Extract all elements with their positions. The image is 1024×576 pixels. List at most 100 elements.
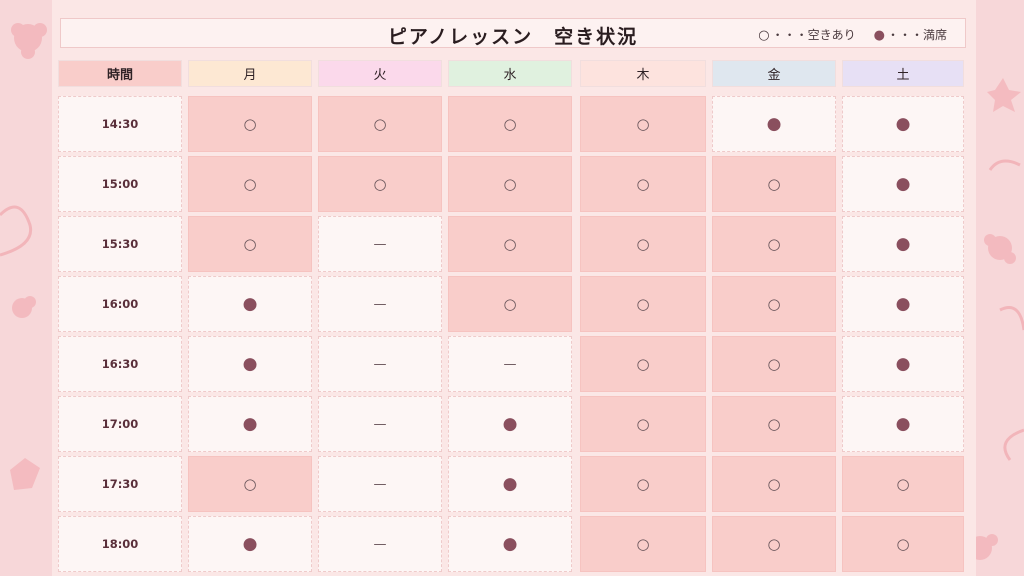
slot-cell: ● [842, 216, 964, 272]
slot-cell: ○ [842, 516, 964, 572]
available-circle-icon: ○ [896, 475, 910, 493]
time-cell: 17:30 [58, 456, 182, 512]
full-dot-icon: ● [895, 414, 911, 434]
available-circle-icon: ○ [503, 115, 517, 133]
title-bar: ピアノレッスン 空き状況 ○ ・・・空きあり ● ・・・満席 [60, 18, 966, 48]
slot-cell: — [318, 276, 442, 332]
available-circle-icon: ○ [373, 115, 387, 133]
legend-full: ● ・・・満席 [874, 26, 947, 43]
slot-cell: ● [842, 396, 964, 452]
full-dot-icon: ● [895, 234, 911, 254]
time-cell: 14:30 [58, 96, 182, 152]
available-circle-icon: ○ [243, 475, 257, 493]
header-day: 金 [712, 60, 836, 87]
slot-cell: ○ [580, 216, 706, 272]
header-day: 月 [188, 60, 312, 87]
time-cell: 15:00 [58, 156, 182, 212]
available-circle-icon: ○ [636, 475, 650, 493]
slot-cell: ● [188, 336, 312, 392]
full-dot-icon: ● [766, 114, 782, 134]
available-circle-icon: ○ [243, 235, 257, 253]
full-dot-icon: ● [242, 414, 258, 434]
header-time: 時間 [58, 60, 182, 87]
slot-cell: ○ [712, 276, 836, 332]
available-circle-icon: ○ [636, 175, 650, 193]
available-circle-icon: ○ [767, 535, 781, 553]
available-circle-icon: ○ [636, 235, 650, 253]
time-cell: 15:30 [58, 216, 182, 272]
available-circle-icon: ○ [636, 295, 650, 313]
slot-cell: ○ [580, 156, 706, 212]
slot-cell: ○ [448, 96, 572, 152]
unavailable-dash: — [373, 416, 387, 432]
available-circle-icon: ○ [636, 535, 650, 553]
legend-full-text: ・・・満席 [886, 28, 947, 42]
slot-cell: ○ [580, 336, 706, 392]
slot-cell: ○ [318, 156, 442, 212]
slot-cell: ● [842, 276, 964, 332]
slot-cell: ○ [448, 276, 572, 332]
slot-cell: ○ [580, 516, 706, 572]
available-circle-icon: ○ [636, 415, 650, 433]
unavailable-dash: — [503, 356, 517, 372]
available-circle-icon: ○ [503, 175, 517, 193]
slot-cell: ○ [712, 156, 836, 212]
available-circle-icon: ○ [896, 535, 910, 553]
available-circle-icon: ○ [767, 295, 781, 313]
available-circle-icon: ○ [767, 355, 781, 373]
slot-cell: ○ [712, 516, 836, 572]
slot-cell: ● [842, 156, 964, 212]
slot-cell: ○ [712, 456, 836, 512]
slot-cell: ○ [712, 336, 836, 392]
unavailable-dash: — [373, 356, 387, 372]
available-circle-icon: ○ [636, 355, 650, 373]
available-circle-icon: ○ [767, 175, 781, 193]
available-circle-icon: ○ [243, 115, 257, 133]
full-dot-icon: ● [502, 474, 518, 494]
available-circle-icon: ○ [503, 235, 517, 253]
slot-cell: ○ [580, 96, 706, 152]
slot-cell: ○ [188, 156, 312, 212]
slot-cell: — [318, 456, 442, 512]
slot-cell: ○ [580, 396, 706, 452]
unavailable-dash: — [373, 236, 387, 252]
slot-cell: ● [448, 396, 572, 452]
slot-cell: ○ [580, 276, 706, 332]
available-circle-icon: ○ [243, 175, 257, 193]
slot-cell: ● [842, 336, 964, 392]
slot-cell: ● [188, 276, 312, 332]
slot-cell: — [318, 516, 442, 572]
full-dot-icon: ● [502, 414, 518, 434]
available-circle-icon: ○ [767, 415, 781, 433]
slot-cell: ○ [712, 216, 836, 272]
available-circle-icon: ○ [636, 115, 650, 133]
slot-cell: — [318, 336, 442, 392]
header-day: 水 [448, 60, 572, 87]
slot-cell: ○ [842, 456, 964, 512]
slot-cell: ○ [188, 456, 312, 512]
full-dot-icon: ● [895, 114, 911, 134]
legend-available-text: ・・・空きあり [771, 28, 856, 42]
full-dot-icon: ● [242, 354, 258, 374]
available-circle-icon: ○ [373, 175, 387, 193]
slot-cell: ● [188, 396, 312, 452]
slot-cell: ○ [580, 456, 706, 512]
legend: ○ ・・・空きあり ● ・・・満席 [758, 26, 947, 43]
slot-cell: ○ [188, 216, 312, 272]
available-circle-icon: ○ [767, 235, 781, 253]
full-dot-icon: ● [502, 534, 518, 554]
unavailable-dash: — [373, 476, 387, 492]
header-day: 火 [318, 60, 442, 87]
slot-cell: ○ [712, 396, 836, 452]
header-day: 木 [580, 60, 706, 87]
full-dot-icon: ● [895, 174, 911, 194]
available-symbol-icon: ○ [758, 28, 770, 43]
full-symbol-icon: ● [873, 28, 885, 43]
slot-cell: ● [448, 516, 572, 572]
full-dot-icon: ● [895, 354, 911, 374]
time-cell: 16:00 [58, 276, 182, 332]
slot-cell: ● [188, 516, 312, 572]
slot-cell: ○ [318, 96, 442, 152]
full-dot-icon: ● [895, 294, 911, 314]
available-circle-icon: ○ [767, 475, 781, 493]
